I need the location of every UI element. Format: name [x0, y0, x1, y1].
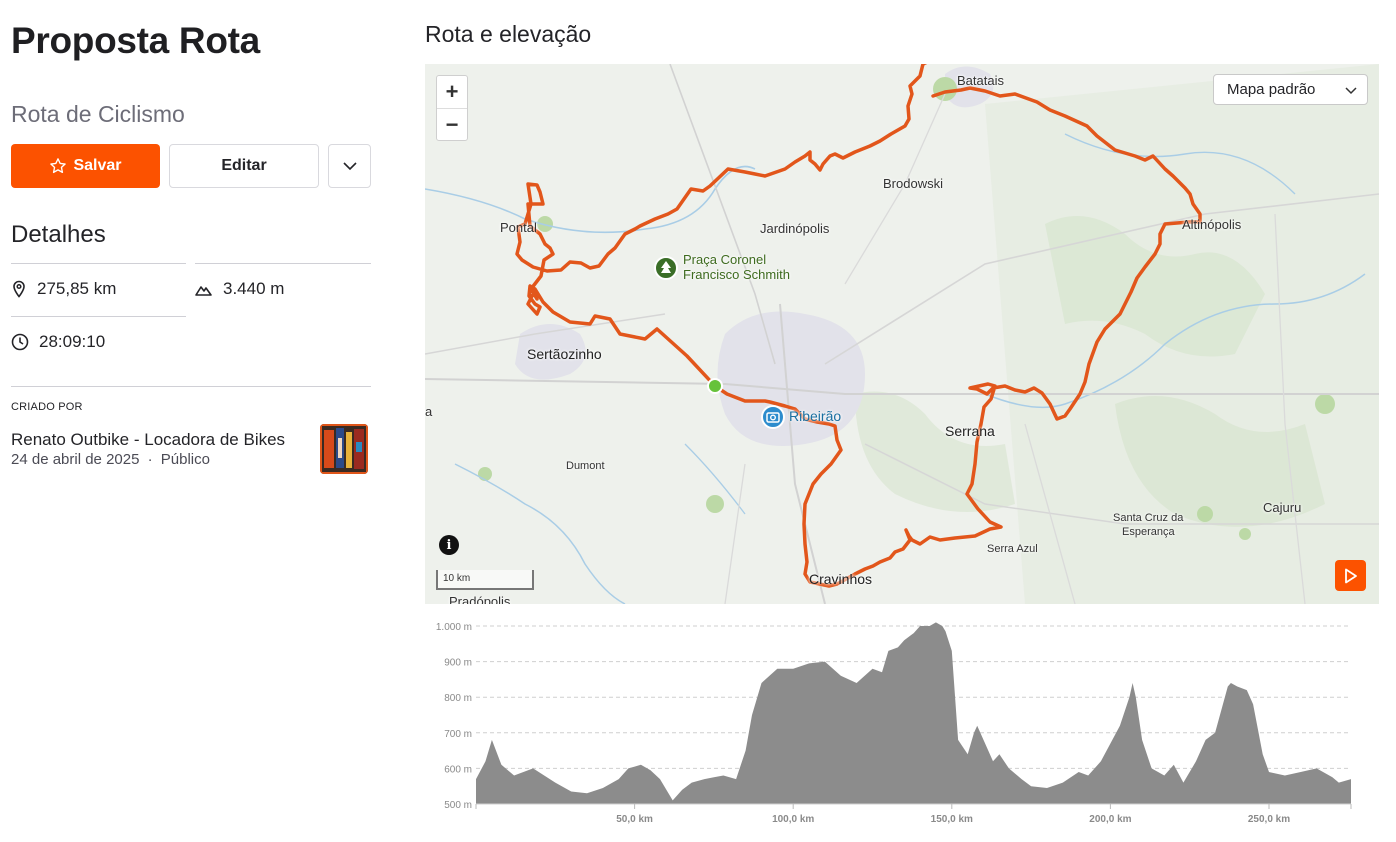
place-label: Altinópolis — [1182, 217, 1242, 232]
mountain-icon — [195, 285, 212, 296]
distance-stat: 275,85 km — [11, 263, 186, 313]
save-button[interactable]: Salvar — [11, 144, 160, 188]
y-tick-label: 800 m — [444, 693, 472, 704]
chevron-down-icon — [1345, 87, 1357, 95]
edit-button-label: Editar — [221, 157, 267, 174]
park-poi-line2: Francisco Schmith — [683, 267, 790, 282]
place-label: Serra Azul — [987, 543, 1038, 555]
route-map-heading: Rota e elevação — [425, 21, 592, 47]
route-type-subtitle: Rota de Ciclismo — [11, 101, 185, 127]
map-canvas[interactable] — [425, 64, 1379, 604]
page-title: Proposta Rota — [11, 20, 260, 61]
place-label: Brodowski — [883, 176, 943, 191]
elevation-stat: 3.440 m — [195, 263, 371, 313]
y-tick-label: 1.000 m — [436, 622, 472, 633]
chevron-down-icon — [342, 162, 357, 171]
more-options-button[interactable] — [328, 144, 371, 188]
edit-button[interactable]: Editar — [169, 144, 319, 188]
creator-meta: 24 de abril de 2025 · Público — [11, 451, 210, 468]
x-tick-label: 100,0 km — [772, 814, 814, 825]
park-poi-label[interactable]: Praça Coronel Francisco Schmith — [683, 252, 790, 282]
elevation-value: 3.440 m — [223, 278, 285, 298]
place-label: Jardinópolis — [760, 221, 830, 236]
elevation-area — [476, 622, 1351, 804]
duration-value: 28:09:10 — [39, 331, 106, 351]
details-heading: Detalhes — [11, 221, 106, 248]
place-label: Sertãozinho — [527, 346, 602, 362]
place-label: Dumont — [566, 460, 605, 472]
location-pin-icon — [13, 280, 25, 298]
x-tick-label: 50,0 km — [616, 814, 653, 825]
place-label: Cajuru — [1263, 500, 1302, 515]
city-poi-label[interactable]: Ribeirão — [789, 409, 841, 424]
route-map[interactable]: Batatais Brodowski Jardinópolis Pontal A… — [425, 64, 1379, 604]
distance-value: 275,85 km — [37, 278, 117, 298]
map-style-select[interactable]: Mapa padrão — [1213, 74, 1368, 105]
divider — [11, 386, 371, 387]
place-label: Pontal — [500, 220, 537, 235]
elevation-profile-chart[interactable]: 500 m 600 m 700 m 800 m 900 m 1.000 m 50,0 km 1… — [425, 612, 1360, 832]
creator-name-link[interactable]: Renato Outbike - Locadora de Bikes — [11, 430, 285, 450]
info-icon[interactable]: i — [439, 535, 459, 555]
map-style-value: Mapa padrão — [1227, 81, 1316, 98]
zoom-controls: + − — [436, 75, 468, 141]
y-tick-label: 900 m — [444, 658, 472, 669]
x-tick-label: 150,0 km — [931, 814, 973, 825]
play-icon — [1344, 568, 1357, 583]
save-button-label: Salvar — [73, 157, 122, 174]
star-icon — [50, 158, 67, 174]
place-label: Cravinhos — [809, 571, 873, 587]
y-tick-label: 600 m — [444, 764, 472, 775]
x-tick-label: 250,0 km — [1248, 814, 1290, 825]
map-scale: 10 km — [436, 570, 534, 590]
created-by-label: CRIADO POR — [11, 401, 83, 413]
play-flyover-button[interactable] — [1335, 560, 1366, 591]
park-poi-line1: Praça Coronel — [683, 252, 767, 267]
city-poi-marker — [761, 405, 785, 429]
zoom-in-button[interactable]: + — [437, 76, 467, 109]
y-tick-label: 700 m — [444, 729, 472, 740]
avatar[interactable] — [320, 424, 368, 474]
meta-separator: · — [147, 451, 153, 468]
y-tick-label: 500 m — [444, 800, 472, 811]
place-label: Esperança — [1122, 526, 1175, 538]
creator-avatar-image — [320, 424, 368, 474]
place-label: Santa Cruz da — [1113, 512, 1184, 524]
x-tick-label: 200,0 km — [1089, 814, 1131, 825]
place-label: Pradópolis — [449, 594, 511, 604]
clock-icon — [11, 333, 29, 350]
route-start-marker — [707, 378, 723, 394]
place-label: Batatais — [957, 73, 1004, 88]
duration-stat: 28:09:10 — [11, 316, 186, 366]
created-date: 24 de abril de 2025 — [11, 451, 140, 468]
visibility-label: Público — [160, 451, 210, 468]
zoom-out-button[interactable]: − — [437, 109, 467, 141]
place-label: Serrana — [945, 423, 995, 439]
place-label: a — [425, 404, 433, 419]
